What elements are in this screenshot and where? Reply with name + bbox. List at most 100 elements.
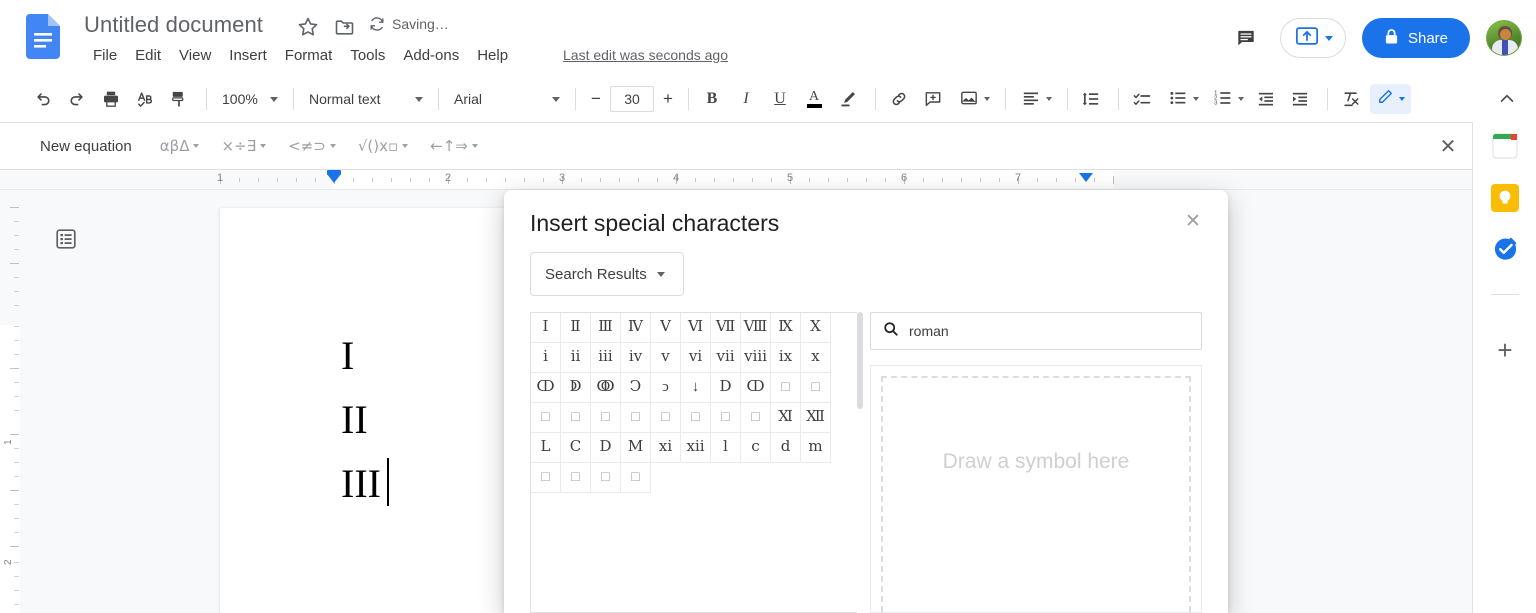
document-title[interactable]: Untitled document [84, 12, 263, 38]
math-operations-select[interactable]: ×÷∃ [215, 134, 272, 158]
character-cell[interactable]: ⅰ [531, 343, 561, 373]
character-cell[interactable]: ⅴ [651, 343, 681, 373]
character-cell[interactable]: ⅷ [741, 343, 771, 373]
comment-history-icon[interactable] [1226, 18, 1266, 58]
character-cell[interactable]: □ [771, 373, 801, 403]
google-tasks-icon[interactable] [1489, 232, 1521, 264]
decrease-font-size-button[interactable]: − [584, 86, 608, 112]
star-icon[interactable] [296, 15, 320, 39]
character-cell[interactable]: □ [711, 403, 741, 433]
character-search-input[interactable]: roman [909, 323, 949, 339]
character-cell[interactable]: ⅻ [681, 433, 711, 463]
character-cell[interactable]: Ⅾ [591, 433, 621, 463]
user-avatar[interactable] [1486, 20, 1522, 56]
insert-link-icon[interactable] [884, 84, 914, 114]
character-cell[interactable]: Ↄ [621, 373, 651, 403]
character-cell[interactable]: Ⅺ [771, 403, 801, 433]
character-cell[interactable]: Ⅴ [651, 313, 681, 343]
right-indent-marker[interactable] [1079, 173, 1093, 182]
share-button[interactable]: Share [1361, 18, 1470, 58]
vertical-ruler[interactable]: 1 2 [0, 190, 20, 613]
undo-icon[interactable] [28, 84, 58, 114]
last-edit-link[interactable]: Last edit was seconds ago [563, 47, 728, 63]
character-cell[interactable]: □ [591, 403, 621, 433]
draw-symbol-panel[interactable]: Draw a symbol here [870, 365, 1202, 613]
character-cell[interactable]: Ⅶ [711, 313, 741, 343]
character-cell[interactable]: ⅽ [741, 433, 771, 463]
character-cell[interactable]: Ⅻ [801, 403, 831, 433]
numbered-list-select[interactable]: 1 2 3 [1206, 84, 1251, 114]
character-cell[interactable]: Ⅿ [621, 433, 651, 463]
character-category-select[interactable]: Search Results [530, 252, 684, 296]
character-cell[interactable]: ⅲ [591, 343, 621, 373]
horizontal-ruler[interactable]: 1 2 3 4 5 6 7 [0, 170, 1472, 190]
character-cell[interactable]: ↀ [531, 373, 561, 403]
character-cell[interactable]: Ⅼ [531, 433, 561, 463]
menu-view[interactable]: View [170, 45, 220, 66]
character-cell[interactable]: Ⅽ [561, 433, 591, 463]
character-cell[interactable]: Ⅸ [771, 313, 801, 343]
character-cell[interactable]: □ [531, 403, 561, 433]
checklist-icon[interactable] [1127, 84, 1157, 114]
present-button[interactable] [1279, 18, 1346, 58]
decrease-indent-icon[interactable] [1251, 84, 1281, 114]
character-cell[interactable]: □ [621, 463, 651, 493]
menu-format[interactable]: Format [276, 45, 342, 66]
bulleted-list-select[interactable] [1161, 84, 1206, 114]
character-cell[interactable]: ⅼ [711, 433, 741, 463]
relations-select[interactable]: <≠⊃ [282, 134, 342, 158]
spellcheck-icon[interactable] [130, 84, 160, 114]
menu-help[interactable]: Help [468, 45, 517, 66]
character-cell[interactable]: ↀ [741, 373, 771, 403]
character-cell[interactable]: □ [561, 403, 591, 433]
character-cell[interactable]: Ⅱ [561, 313, 591, 343]
google-calendar-icon[interactable] [1489, 130, 1521, 162]
character-cell[interactable]: □ [591, 463, 621, 493]
character-cell[interactable]: ⅶ [711, 343, 741, 373]
insert-image-select[interactable] [952, 84, 997, 114]
greek-letters-select[interactable]: αβΔ [154, 134, 206, 158]
character-cell[interactable]: □ [651, 403, 681, 433]
character-cell[interactable]: □ [801, 373, 831, 403]
character-cell[interactable]: ⅾ [771, 433, 801, 463]
highlight-pen-icon[interactable] [833, 84, 863, 114]
close-equation-toolbar-icon[interactable]: ✕ [1434, 132, 1462, 160]
italic-button[interactable]: I [731, 84, 761, 114]
add-comment-icon[interactable] [918, 84, 948, 114]
character-cell[interactable]: □ [561, 463, 591, 493]
collapse-toolbar-icon[interactable] [1492, 84, 1522, 114]
character-cell[interactable]: Ⅹ [801, 313, 831, 343]
new-equation-button[interactable]: New equation [32, 134, 140, 159]
character-cell[interactable]: ⅸ [771, 343, 801, 373]
character-cell[interactable]: Ⅾ [711, 373, 741, 403]
paint-format-icon[interactable] [164, 84, 194, 114]
close-icon[interactable]: ✕ [1180, 208, 1206, 234]
document-outline-icon[interactable] [50, 223, 82, 255]
align-select[interactable] [1014, 84, 1059, 114]
zoom-select[interactable]: 100% [215, 84, 285, 114]
character-cell[interactable]: ⅺ [651, 433, 681, 463]
menu-file[interactable]: File [84, 45, 126, 66]
math-operators-select[interactable]: √()x▫ [352, 134, 414, 158]
underline-button[interactable]: U [765, 84, 795, 114]
character-cell[interactable]: Ⅲ [591, 313, 621, 343]
redo-icon[interactable] [62, 84, 92, 114]
add-on-button[interactable]: + [1489, 334, 1521, 366]
clear-formatting-icon[interactable] [1336, 84, 1366, 114]
character-cell[interactable]: □ [681, 403, 711, 433]
move-to-folder-icon[interactable] [333, 15, 357, 39]
character-cell[interactable]: ↓ [681, 373, 711, 403]
draw-symbol-canvas[interactable]: Draw a symbol here [881, 376, 1191, 613]
character-cell[interactable]: ⅹ [801, 343, 831, 373]
print-icon[interactable] [96, 84, 126, 114]
font-family-select[interactable]: Arial [447, 84, 567, 114]
menu-insert[interactable]: Insert [220, 45, 276, 66]
character-cell[interactable]: □ [741, 403, 771, 433]
character-cell[interactable]: ⅵ [681, 343, 711, 373]
character-cell[interactable]: ⅳ [621, 343, 651, 373]
google-keep-icon[interactable] [1489, 182, 1521, 214]
character-cell[interactable]: ⅿ [801, 433, 831, 463]
character-search-box[interactable]: roman [870, 312, 1202, 350]
arrows-select[interactable]: ←↑⇒ [424, 134, 484, 158]
character-cell[interactable]: ↂ [591, 373, 621, 403]
